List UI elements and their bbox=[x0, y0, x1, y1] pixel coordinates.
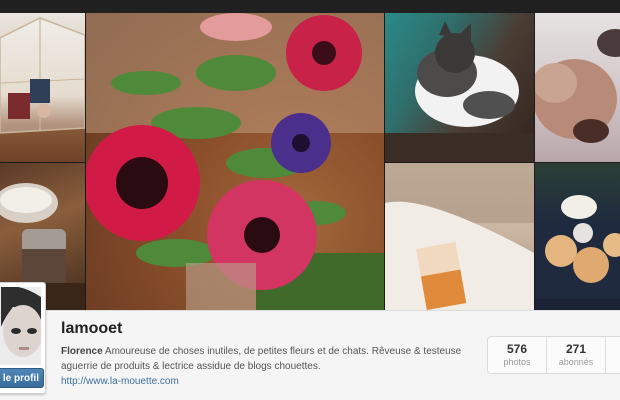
stat-photos[interactable]: 576 photos bbox=[488, 337, 547, 373]
photo-cat-sleeping[interactable] bbox=[385, 13, 534, 162]
cat-illustration bbox=[385, 21, 534, 162]
avatar-image bbox=[0, 286, 43, 365]
stat-photos-label: photos bbox=[503, 357, 531, 367]
stat-followers-label: abonnés bbox=[558, 357, 594, 367]
stat-followers[interactable]: 271 abonnés bbox=[547, 337, 606, 373]
stat-photos-value: 576 bbox=[506, 342, 528, 356]
photo-cookies[interactable] bbox=[535, 163, 620, 310]
photo-greenhouse[interactable] bbox=[0, 13, 85, 162]
stat-following[interactable] bbox=[606, 337, 620, 373]
cookies-illustration bbox=[535, 195, 620, 299]
username: lamooet bbox=[61, 320, 123, 337]
anemones-illustration bbox=[86, 13, 384, 310]
photo-bathtub-book[interactable] bbox=[385, 163, 534, 310]
avatar-face-illustration bbox=[0, 286, 43, 365]
top-bar bbox=[0, 0, 620, 13]
greenhouse-illustration bbox=[0, 17, 85, 134]
bath-illustration bbox=[385, 163, 534, 310]
stat-followers-value: 271 bbox=[565, 342, 587, 356]
website-link[interactable]: http://www.la-mouette.com bbox=[61, 376, 179, 387]
photo-cat-on-bed[interactable] bbox=[535, 13, 620, 162]
bio-text: Amoureuse de choses inutiles, de petites… bbox=[61, 346, 462, 372]
cat2-illustration bbox=[535, 29, 620, 143]
edit-profile-button[interactable]: le profil bbox=[0, 368, 44, 388]
profile-stats: 576 photos 271 abonnés bbox=[487, 336, 620, 374]
bio-name: Florence bbox=[61, 346, 103, 357]
bio: Florence Amoureuse de choses inutiles, d… bbox=[61, 344, 479, 374]
profile-page: le profil lamooet Florence Amoureuse de … bbox=[0, 0, 620, 400]
photo-mosaic bbox=[0, 13, 620, 310]
photo-anemones[interactable] bbox=[86, 13, 384, 310]
